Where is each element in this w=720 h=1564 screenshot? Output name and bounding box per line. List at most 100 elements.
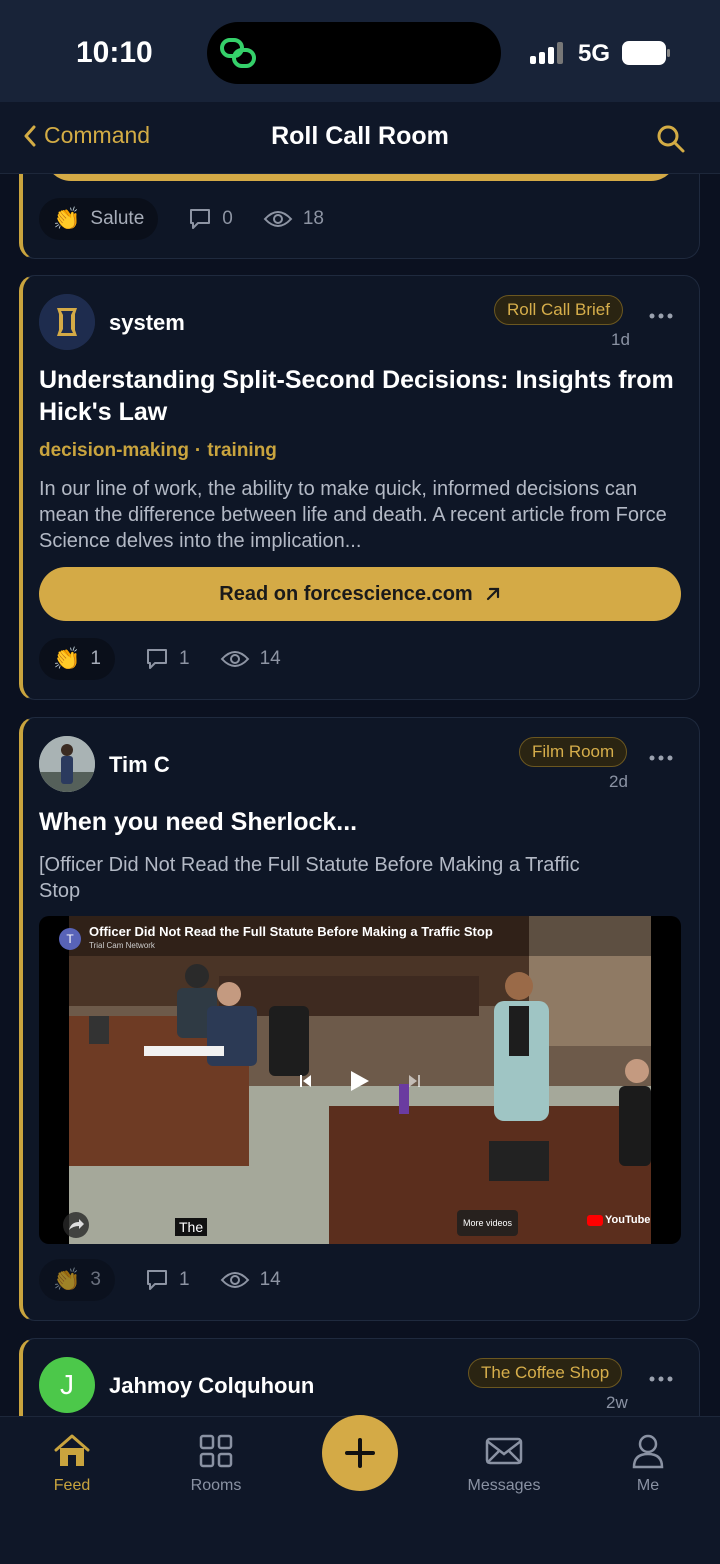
arrow-up-right-icon (486, 587, 499, 601)
views: 14 (220, 648, 281, 670)
comment-count: 1 (178, 648, 190, 669)
plus-icon (345, 1438, 375, 1468)
tab-rooms[interactable]: Rooms (156, 1433, 276, 1495)
user-photo-icon (39, 736, 95, 792)
view-count: 18 (302, 208, 324, 229)
clap-icon: 👏 (53, 1267, 81, 1292)
salute-button[interactable]: 👏 Salute (39, 198, 159, 240)
comment-icon (190, 209, 211, 229)
clap-icon: 👏 (53, 206, 81, 231)
person-icon (632, 1434, 664, 1469)
post-card[interactable]: J Jahmoy Colquhoun The Coffee Shop 2w (19, 1338, 700, 1416)
tab-label: Me (636, 1477, 660, 1494)
mail-icon (485, 1437, 523, 1465)
more-icon[interactable] (649, 312, 673, 320)
more-videos-label: More videos (463, 1218, 513, 1228)
next-icon (409, 1075, 420, 1087)
eye-icon (220, 651, 249, 667)
eye-icon (220, 1272, 249, 1288)
room-badge[interactable]: Film Room (519, 737, 628, 767)
network-label: 5G (578, 40, 611, 67)
comment-count: 0 (222, 208, 233, 229)
avatar[interactable]: J (39, 1357, 95, 1413)
tab-me[interactable]: Me (588, 1433, 708, 1495)
grid-icon (199, 1434, 233, 1468)
avatar[interactable] (39, 736, 95, 792)
video-title[interactable]: Officer Did Not Read the Full Statute Be… (89, 924, 493, 939)
tab-label: Rooms (190, 1477, 242, 1494)
more-icon[interactable] (649, 754, 673, 762)
home-icon (54, 1434, 90, 1466)
author-name[interactable]: system (109, 310, 185, 336)
clap-button[interactable]: 👏 1 (39, 638, 115, 680)
clap-count: 1 (90, 648, 101, 669)
comment-icon (146, 649, 167, 669)
youtube-icon (587, 1214, 603, 1226)
tag-list: decision-making · training (39, 440, 277, 461)
view-count: 14 (259, 1269, 281, 1290)
more-videos-button[interactable]: More videos (457, 1210, 519, 1236)
comment-button[interactable]: 1 (145, 648, 190, 670)
post-excerpt: In our line of work, the ability to make… (39, 478, 667, 552)
page-title: Roll Call Room (271, 122, 449, 150)
post-title[interactable]: When you need Sherlock... (39, 806, 679, 838)
post-actions: 👏 3 1 14 (39, 1259, 281, 1301)
share-icon[interactable] (61, 1212, 91, 1238)
youtube-logo[interactable]: YouTube (587, 1214, 650, 1226)
video-caption: The (175, 1218, 208, 1236)
status-time: 10:10 (76, 36, 153, 69)
youtube-label: YouTube (605, 1214, 651, 1226)
eye-icon (263, 211, 293, 227)
post-time: 2d (609, 772, 628, 791)
author-name[interactable]: Tim C (109, 752, 170, 778)
post-card[interactable]: Tim C Film Room 2d When you need Sherloc… (19, 717, 700, 1321)
post-actions: 👏 Salute 0 18 (39, 198, 324, 240)
post-card[interactable]: 👏 Salute 0 18 (19, 174, 700, 259)
author-name[interactable]: Jahmoy Colquhoun (109, 1373, 314, 1399)
comment-button[interactable]: 1 (145, 1269, 190, 1291)
comment-icon (146, 1270, 167, 1290)
nav-bar: Command Roll Call Room (0, 102, 720, 174)
read-article-button[interactable]: Read on forcescience.com (39, 567, 681, 621)
play-icon (351, 1071, 369, 1091)
post-time: 2w (606, 1393, 628, 1412)
tab-label: Feed (53, 1477, 91, 1494)
video-channel: Trial Cam Network (89, 941, 155, 950)
search-icon[interactable] (656, 124, 686, 154)
tab-feed[interactable]: Feed (12, 1433, 132, 1495)
read-button[interactable] (45, 174, 677, 181)
views: 18 (263, 208, 324, 230)
salute-label: Salute (90, 208, 145, 229)
post-actions: 👏 1 1 14 (39, 638, 281, 680)
more-icon[interactable] (649, 1375, 673, 1383)
avatar[interactable] (39, 294, 95, 350)
clap-count: 3 (90, 1269, 101, 1290)
video-embed[interactable]: T Officer Did Not Read the Full Statute … (39, 916, 681, 1244)
clap-button[interactable]: 👏 3 (39, 1259, 115, 1301)
previous-icon (300, 1075, 311, 1087)
signal-bars-icon (530, 42, 566, 64)
post-excerpt: [Officer Did Not Read the Full Statute B… (39, 854, 580, 902)
post-card[interactable]: system Roll Call Brief 1d Understanding … (19, 275, 700, 700)
battery-icon (622, 41, 670, 65)
view-count: 14 (259, 648, 281, 669)
views: 14 (220, 1269, 281, 1291)
post-title[interactable]: Understanding Split-Second Decisions: In… (39, 364, 679, 428)
tag[interactable]: decision-making (39, 440, 189, 461)
create-post-button[interactable] (322, 1415, 398, 1491)
comment-count: 1 (178, 1269, 190, 1290)
feed[interactable]: 👏 Salute 0 18 system Roll Call Brief 1d (0, 174, 720, 1416)
room-badge[interactable]: The Coffee Shop (468, 1358, 623, 1388)
tab-label: Messages (467, 1477, 541, 1494)
room-badge[interactable]: Roll Call Brief (494, 295, 623, 325)
tab-messages[interactable]: Messages (444, 1433, 564, 1495)
post-time: 1d (611, 330, 630, 349)
channel-avatar[interactable]: T (59, 928, 81, 950)
tab-bar: Feed Rooms Messages Me (0, 1415, 720, 1564)
video-controls (300, 1071, 420, 1091)
status-bar: 10:10 5G (0, 0, 720, 102)
tag[interactable]: training (207, 440, 277, 461)
read-button-label: Read on forcescience.com (219, 582, 473, 605)
link-rings-icon (220, 38, 256, 68)
comment-button[interactable]: 0 (188, 208, 233, 230)
